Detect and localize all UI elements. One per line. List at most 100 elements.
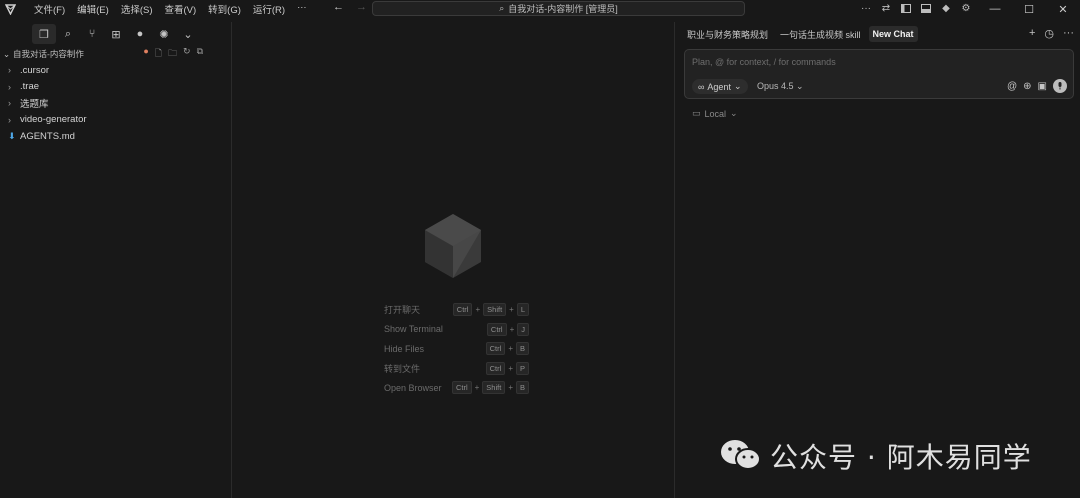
markdown-file-icon: ⬇	[8, 130, 16, 141]
maximize-button[interactable]: ☐	[1012, 0, 1046, 18]
explorer-icon[interactable]: ❐	[32, 24, 56, 44]
kbd-key: Shift	[483, 303, 507, 317]
forward-arrow-icon[interactable]: →	[356, 1, 367, 13]
chevron-right-icon: ›	[8, 114, 11, 125]
kbd-key: Ctrl	[485, 342, 506, 356]
chat-input-box[interactable]: Plan, @ for context, / for commands ∞ Ag…	[684, 49, 1074, 99]
more-icon[interactable]: ···	[860, 2, 872, 14]
menu-run[interactable]: 运行(R)	[247, 2, 291, 16]
laptop-icon: ▭	[692, 108, 701, 118]
menu-selection[interactable]: 选择(S)	[115, 2, 159, 16]
toggle-sidebar-icon[interactable]	[900, 2, 912, 14]
menu-more[interactable]: ···	[291, 2, 313, 16]
toggle-panel-icon[interactable]	[920, 2, 932, 14]
cursor-logo-icon	[423, 212, 483, 283]
plus-icon[interactable]: +	[1029, 27, 1035, 40]
swap-icon[interactable]: ⇄	[880, 2, 892, 14]
kbd-key: Shift	[482, 381, 506, 395]
tree-item-video-generator[interactable]: › video-generator	[0, 112, 231, 129]
settings-gear-icon[interactable]: ⚙	[960, 2, 972, 14]
watermark-text: 公众号 · 阿木易同学	[770, 441, 1032, 474]
more-icon[interactable]: ···	[1063, 27, 1074, 40]
shortcut-row-open-browser[interactable]: Open Browser Ctrl + Shift + B	[384, 378, 529, 398]
minimize-button[interactable]: —	[978, 0, 1012, 18]
tree-item-topic-library[interactable]: › 选题库	[0, 95, 231, 112]
chevron-right-icon: ›	[8, 81, 11, 92]
microphone-icon[interactable]	[1053, 79, 1067, 93]
editor-area: 打开聊天 Ctrl + Shift + L Show Terminal Ctrl + …	[233, 22, 673, 498]
menu-view[interactable]: 查看(V)	[158, 2, 202, 16]
chevron-down-icon: ⌄	[796, 81, 804, 91]
openai-icon[interactable]: ✺	[152, 24, 176, 44]
shortcut-list: 打开聊天 Ctrl + Shift + L Show Terminal Ctrl + …	[384, 300, 529, 398]
menu-file[interactable]: 文件(F)	[28, 2, 71, 16]
activity-bar: ❐ ⌕ ⑂ ⊞ ● ✺ ⌄	[0, 22, 231, 46]
globe-icon[interactable]: ⊕	[1023, 81, 1031, 92]
title-bar: 文件(F) 编辑(E) 选择(S) 查看(V) 转到(G) 运行(R) ··· …	[0, 0, 1080, 18]
chevron-down-icon: ⌄	[3, 48, 11, 59]
source-control-icon[interactable]: ⑂	[80, 24, 104, 44]
new-folder-icon[interactable]: 🗀	[168, 46, 177, 62]
chevron-down-icon: ⌄	[733, 81, 742, 91]
kbd-key: Ctrl	[451, 381, 472, 395]
cube-icon[interactable]: ◆	[940, 2, 952, 14]
local-label: Local	[704, 108, 727, 119]
tree-item-trae[interactable]: › .trae	[0, 79, 231, 96]
collapse-all-icon[interactable]: ⧉	[197, 46, 203, 62]
chat-tab-new-chat[interactable]: New Chat	[868, 26, 918, 42]
model-dropdown[interactable]: Opus 4.5 ⌄	[757, 81, 804, 92]
tree-item-label: .cursor	[20, 64, 50, 76]
agent-mode-dropdown[interactable]: ∞ Agent ⌄	[692, 79, 748, 94]
search-icon: ⌕	[499, 3, 505, 13]
shortcut-row-hide-files[interactable]: Hide Files Ctrl + B	[384, 339, 529, 359]
chat-tab-bar: 职业与财务策略规划 一句话生成视频 skill New Chat + ◷ ···	[675, 22, 1080, 46]
kbd-key: B	[515, 381, 529, 395]
kbd-key: L	[516, 303, 529, 317]
kbd-key: Ctrl	[452, 303, 473, 317]
tree-item-cursor[interactable]: › .cursor	[0, 62, 231, 79]
shortcut-row-go-to-file[interactable]: 转到文件 Ctrl + P	[384, 359, 529, 379]
chat-bubble-icon[interactable]: ●	[128, 24, 152, 44]
chevron-down-icon: ⌄	[730, 108, 738, 118]
tree-item-label: video-generator	[20, 114, 87, 126]
image-icon[interactable]: ▣	[1038, 81, 1047, 92]
chevron-right-icon: ›	[8, 65, 11, 76]
menu-edit[interactable]: 编辑(E)	[71, 2, 115, 16]
app-logo-icon	[4, 3, 16, 15]
chat-panel: 职业与财务策略规划 一句话生成视频 skill New Chat + ◷ ···…	[674, 22, 1080, 498]
tree-item-label: AGENTS.md	[20, 130, 75, 142]
shortcut-row-show-terminal[interactable]: Show Terminal Ctrl + J	[384, 320, 529, 340]
local-environment-dropdown[interactable]: ▭ Local ⌄	[692, 108, 738, 119]
shortcut-row-open-chat[interactable]: 打开聊天 Ctrl + Shift + L	[384, 300, 529, 320]
shortcut-label: 打开聊天	[384, 305, 421, 316]
explorer-header[interactable]: ⌄ 自我对话-内容制作 ● 🗋 🗀 ↻ ⧉	[0, 46, 231, 62]
shortcut-label: Open Browser	[384, 382, 442, 393]
extensions-icon[interactable]: ⊞	[104, 24, 128, 44]
chevron-down-icon[interactable]: ⌄	[176, 24, 200, 44]
kbd-key: Ctrl	[486, 322, 507, 336]
kbd-key: Ctrl	[485, 361, 506, 375]
sidebar: ❐ ⌕ ⑂ ⊞ ● ✺ ⌄ ⌄ 自我对话-内容制作 ● 🗋 🗀 ↻ ⧉ › .c…	[0, 22, 232, 498]
search-view-icon[interactable]: ⌕	[56, 24, 80, 44]
chat-tab-career[interactable]: 职业与财务策略规划	[683, 25, 772, 44]
tree-item-agents-md[interactable]: ⬇ AGENTS.md	[0, 128, 231, 145]
menu-go[interactable]: 转到(G)	[202, 2, 247, 16]
menu-bar: 文件(F) 编辑(E) 选择(S) 查看(V) 转到(G) 运行(R) ···	[28, 2, 313, 16]
chat-tab-video-skill[interactable]: 一句话生成视频 skill	[776, 25, 865, 44]
new-file-icon[interactable]: 🗋	[155, 46, 162, 62]
chat-input-placeholder[interactable]: Plan, @ for context, / for commands	[692, 57, 836, 67]
kbd-key: B	[515, 342, 529, 356]
close-button[interactable]: ✕	[1046, 0, 1080, 18]
at-mention-icon[interactable]: @	[1007, 81, 1017, 92]
shortcut-label: Show Terminal	[384, 324, 443, 335]
history-clock-icon[interactable]: ◷	[1044, 27, 1054, 40]
back-arrow-icon[interactable]: ←	[333, 1, 344, 13]
shortcut-label: 转到文件	[384, 363, 421, 374]
model-label: Opus 4.5	[757, 81, 794, 91]
kbd-key: P	[515, 361, 529, 375]
command-center[interactable]: ⌕ 自我对话-内容制作 [管理员]	[372, 1, 745, 16]
refresh-icon[interactable]: ↻	[183, 46, 191, 62]
tree-item-label: 选题库	[20, 99, 49, 111]
agent-mode-label: Agent	[707, 81, 731, 92]
wechat-icon	[720, 438, 762, 475]
